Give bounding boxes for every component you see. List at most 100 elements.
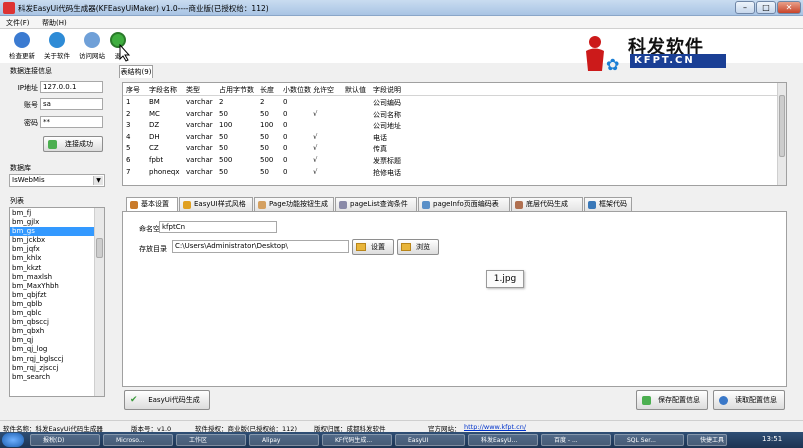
grid-header-cell[interactable]: 字段说明 [373,85,401,95]
ip-input[interactable]: 127.0.0.1 [40,81,103,93]
table-list-item[interactable]: bm_maxlsh [10,273,94,282]
config-tab[interactable]: 底层代码生成 [511,197,583,211]
grid-header-cell[interactable]: 类型 [186,85,200,95]
scrollbar-thumb[interactable] [96,238,103,258]
config-tab[interactable]: Page功能按钮生成 [254,197,334,211]
table-row[interactable]: 2 MC varchar 50 50 0 √ 公司名称 [123,108,778,120]
taskbar-item[interactable]: 科发EasyU... [468,434,538,446]
about-button[interactable]: 关于软件 [38,29,76,63]
grid-header-cell[interactable]: 序号 [126,85,140,95]
config-tab[interactable]: pageList查询条件 [335,197,417,211]
table-row[interactable]: 6 fpbt varchar 500 500 0 √ 发票标题 [123,154,778,166]
grid-cell: 4 [126,132,131,141]
taskbar-item[interactable]: 报税(D) [30,434,100,446]
taskbar-item[interactable]: EasyUI [395,434,465,446]
tab-table-structure[interactable]: 表结构(9) [119,65,153,78]
download-icon [14,32,30,48]
grid-cell: 50 [219,132,228,141]
taskbar-item[interactable]: KF代码生成... [322,434,392,446]
menu-file[interactable]: 文件(F) [6,18,30,28]
table-row[interactable]: 4 DH varchar 50 50 0 √ 电话 [123,131,778,143]
account-input[interactable]: sa [40,98,103,110]
save-config-button[interactable]: 保存配置信息 [636,390,708,410]
table-structure-grid[interactable]: 序号 字段名称 类型 占用字节数 长度 小数位数 允许空 默认值 字段说明 1 BM varchar 2… [122,82,787,186]
read-config-button[interactable]: 读取配置信息 [713,390,785,410]
grid-scrollbar-thumb[interactable] [779,95,785,157]
grid-cell: 0 [283,98,288,106]
taskbar-item[interactable]: 工作区 [176,434,246,446]
minimize-button[interactable]: – [735,1,755,14]
grid-header-cell[interactable]: 长度 [260,85,274,95]
grid-cell: 2 [219,98,224,106]
table-list-item[interactable]: bm_MaxYhbh [10,282,94,291]
table-list[interactable]: bm_fj bm_gjlx bm_gs bm_jckbx bm_jqfx bm_khlx b… [9,207,105,397]
taskbar-item[interactable]: Microso... [103,434,173,446]
grid-header-cell[interactable]: 字段名称 [149,85,177,95]
grid-cell: 0 [283,167,288,176]
status-website-link[interactable]: http://www.kfpt.cn/ [464,423,526,431]
grid-cell: 5 [126,144,131,153]
table-list-item[interactable]: bm_rqj_bglsccj [10,355,94,364]
table-list-item[interactable]: bm_khlx [10,254,94,263]
grid-header-cell[interactable]: 占用字节数 [219,85,254,95]
taskbar-item[interactable]: SQL Ser... [614,434,684,446]
start-button[interactable] [2,433,24,447]
table-list-item[interactable]: bm_fj [10,209,94,218]
close-button[interactable]: ✕ [777,1,801,14]
save-dir-input[interactable]: C:\Users\Administrator\Desktop\ [172,240,349,253]
connect-button[interactable]: 连接成功 [43,136,103,152]
table-row[interactable]: 5 CZ varchar 50 50 0 √ 传真 [123,142,778,154]
table-list-item[interactable]: bm_rqj_zjsccj [10,364,94,373]
table-list-item[interactable]: bm_qbsccj [10,318,94,327]
table-list-item[interactable]: bm_gs [10,227,94,237]
grid-header-cell[interactable]: 允许空 [313,85,334,95]
grid-cell: DH [149,132,160,141]
table-list-item[interactable]: bm_search [10,373,94,382]
connect-button-label: 连接成功 [65,140,93,148]
config-tab[interactable]: EasyUI样式风格 [179,197,253,211]
grid-cell: 公司编码 [373,99,401,107]
database-selected-value: IsWebMis [12,176,45,184]
table-list-item[interactable]: bm_jqfx [10,245,94,254]
db-connection-heading: 数据连接信息 [10,67,52,75]
table-row[interactable]: 1 BM varchar 2 2 0 公司编码 [123,96,778,108]
set-dir-button[interactable]: 设置 [352,239,394,255]
chevron-down-icon[interactable]: ▼ [93,176,103,185]
check-update-button[interactable]: 检查更新 [3,29,41,63]
namespace-input[interactable]: kfptCn [159,221,277,233]
config-tab[interactable]: pageInfo页面编码表 [418,197,510,211]
table-list-scrollbar[interactable] [94,208,104,396]
password-input[interactable]: ** [40,116,103,128]
database-select[interactable]: IsWebMis ▼ [9,174,105,187]
generate-code-button[interactable]: ✔ EasyUi代码生成 [124,390,210,410]
table-list-item[interactable]: bm_qj_log [10,345,94,354]
table-list-item[interactable]: bm_qbxh [10,327,94,336]
config-panel: 命名空间 kfptCn 存放目录 C:\Users\Administrator\… [122,211,787,387]
taskbar-item[interactable]: 快捷工具 [687,434,727,446]
config-tab[interactable]: 基本设置 [126,197,178,212]
config-tab[interactable]: 框架代码 [584,197,632,211]
grid-cell: varchar [186,167,213,176]
table-list-item[interactable]: bm_jckbx [10,236,94,245]
taskbar-item[interactable]: 百度 - ... [541,434,611,446]
maximize-button[interactable]: □ [756,1,776,14]
grid-cell: 6 [126,156,131,164]
table-list-item[interactable]: bm_qblc [10,309,94,318]
grid-header-cell[interactable]: 默认值 [345,85,366,95]
taskbar-item[interactable]: Alipay [249,434,319,446]
menu-help[interactable]: 帮助(H) [42,18,67,28]
grid-cell: √ [313,109,318,118]
table-row[interactable]: 7 phoneqx varchar 50 50 0 √ 抢修电话 [123,166,778,178]
table-row[interactable]: 3 DZ varchar 100 100 0 公司地址 [123,119,778,131]
menu-bar: 文件(F) 帮助(H) [0,16,803,29]
grid-header-cell[interactable]: 小数位数 [283,85,311,95]
table-list-item[interactable]: bm_qblb [10,300,94,309]
grid-cell: √ [313,156,318,164]
browse-button[interactable]: 浏览 [397,239,439,255]
table-list-item[interactable]: bm_kkzt [10,264,94,273]
table-list-item[interactable]: bm_qj [10,336,94,345]
table-list-item[interactable]: bm_gjlx [10,218,94,227]
folder-icon [401,243,411,251]
table-list-item[interactable]: bm_qbjfzt [10,291,94,300]
grid-scrollbar[interactable] [777,83,786,185]
